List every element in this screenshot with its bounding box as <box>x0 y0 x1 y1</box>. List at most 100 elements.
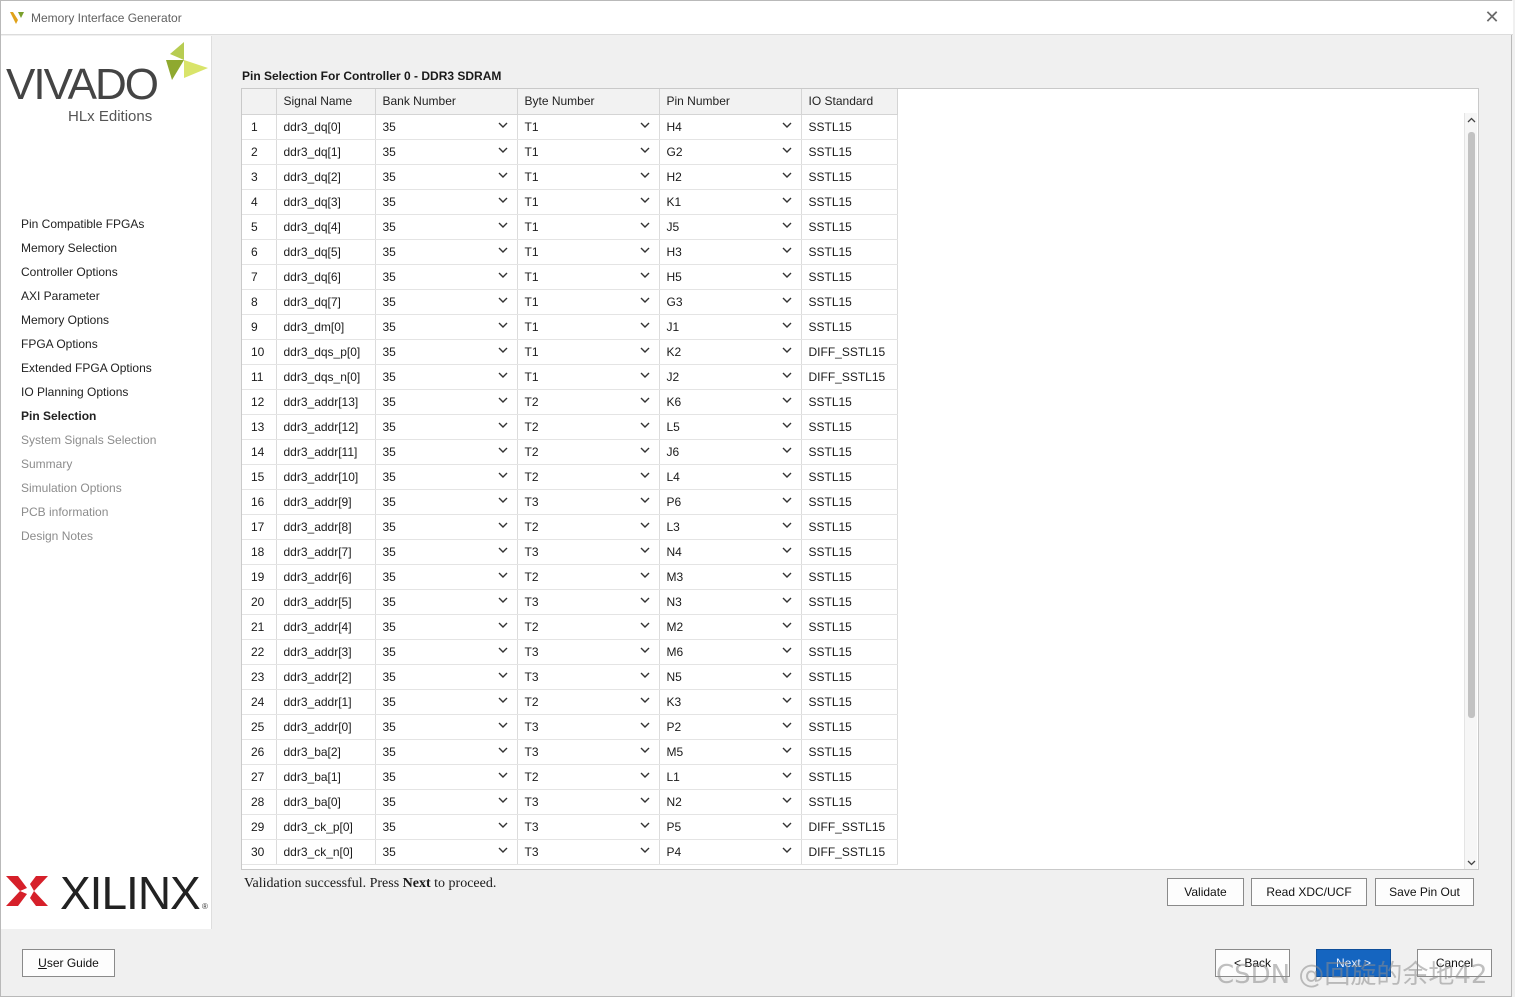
chevron-down-icon[interactable] <box>782 319 792 329</box>
chevron-down-icon[interactable] <box>498 344 508 354</box>
chevron-down-icon[interactable] <box>782 719 792 729</box>
chevron-down-icon[interactable] <box>640 169 650 179</box>
chevron-down-icon[interactable] <box>640 744 650 754</box>
chevron-down-icon[interactable] <box>782 569 792 579</box>
chevron-down-icon[interactable] <box>782 619 792 629</box>
byte-number-select[interactable]: T3 <box>517 814 660 840</box>
chevron-down-icon[interactable] <box>782 494 792 504</box>
table-row[interactable]: 12 ddr3_addr[13] 35 T2 K6 SSTL15 <box>242 389 898 415</box>
bank-number-select[interactable]: 35 <box>375 489 518 515</box>
wizard-step-pin-compatible-fpgas[interactable]: Pin Compatible FPGAs <box>21 217 156 241</box>
chevron-down-icon[interactable] <box>640 769 650 779</box>
pin-number-select[interactable]: M5 <box>659 739 802 765</box>
bank-number-select[interactable]: 35 <box>375 364 518 390</box>
chevron-down-icon[interactable] <box>498 219 508 229</box>
chevron-down-icon[interactable] <box>640 244 650 254</box>
chevron-down-icon[interactable] <box>498 644 508 654</box>
byte-number-select[interactable]: T3 <box>517 664 660 690</box>
byte-number-select[interactable]: T2 <box>517 689 660 715</box>
pin-number-select[interactable]: H5 <box>659 264 802 290</box>
table-row[interactable]: 20 ddr3_addr[5] 35 T3 N3 SSTL15 <box>242 589 898 615</box>
bank-number-select[interactable]: 35 <box>375 589 518 615</box>
bank-number-select[interactable]: 35 <box>375 114 518 140</box>
pin-number-select[interactable]: K2 <box>659 339 802 365</box>
pin-number-select[interactable]: J6 <box>659 439 802 465</box>
bank-number-select[interactable]: 35 <box>375 339 518 365</box>
wizard-step-io-planning-options[interactable]: IO Planning Options <box>21 385 156 409</box>
pin-number-select[interactable]: K3 <box>659 689 802 715</box>
table-row[interactable]: 23 ddr3_addr[2] 35 T3 N5 SSTL15 <box>242 664 898 690</box>
chevron-down-icon[interactable] <box>498 294 508 304</box>
byte-number-select[interactable]: T3 <box>517 839 660 865</box>
table-row[interactable]: 2 ddr3_dq[1] 35 T1 G2 SSTL15 <box>242 139 898 165</box>
chevron-down-icon[interactable] <box>498 119 508 129</box>
wizard-step-memory-options[interactable]: Memory Options <box>21 313 156 337</box>
chevron-down-icon[interactable] <box>498 569 508 579</box>
chevron-down-icon[interactable] <box>782 844 792 854</box>
chevron-down-icon[interactable] <box>640 844 650 854</box>
chevron-down-icon[interactable] <box>498 844 508 854</box>
byte-number-select[interactable]: T1 <box>517 189 660 215</box>
bank-number-select[interactable]: 35 <box>375 539 518 565</box>
chevron-down-icon[interactable] <box>640 494 650 504</box>
byte-number-select[interactable]: T1 <box>517 264 660 290</box>
chevron-down-icon[interactable] <box>782 369 792 379</box>
chevron-down-icon[interactable] <box>498 419 508 429</box>
byte-number-select[interactable]: T2 <box>517 439 660 465</box>
column-header-signal-name[interactable]: Signal Name <box>276 89 376 115</box>
byte-number-select[interactable]: T3 <box>517 539 660 565</box>
table-row[interactable]: 9 ddr3_dm[0] 35 T1 J1 SSTL15 <box>242 314 898 340</box>
chevron-down-icon[interactable] <box>498 469 508 479</box>
chevron-down-icon[interactable] <box>498 319 508 329</box>
close-icon[interactable]: ✕ <box>1481 6 1503 28</box>
chevron-down-icon[interactable] <box>498 619 508 629</box>
scrollbar-thumb[interactable] <box>1468 132 1475 718</box>
user-guide-button[interactable]: User Guide <box>22 949 115 977</box>
table-row[interactable]: 14 ddr3_addr[11] 35 T2 J6 SSTL15 <box>242 439 898 465</box>
chevron-down-icon[interactable] <box>498 169 508 179</box>
chevron-down-icon[interactable] <box>498 144 508 154</box>
chevron-down-icon[interactable] <box>640 594 650 604</box>
chevron-down-icon[interactable] <box>640 669 650 679</box>
bank-number-select[interactable]: 35 <box>375 739 518 765</box>
next-button[interactable]: Next > <box>1316 949 1391 977</box>
bank-number-select[interactable]: 35 <box>375 664 518 690</box>
chevron-down-icon[interactable] <box>640 694 650 704</box>
table-row[interactable]: 11 ddr3_dqs_n[0] 35 T1 J2 DIFF_SSTL15 <box>242 364 898 390</box>
pin-number-select[interactable]: M3 <box>659 564 802 590</box>
chevron-down-icon[interactable] <box>640 144 650 154</box>
byte-number-select[interactable]: T2 <box>517 764 660 790</box>
chevron-down-icon[interactable] <box>782 544 792 554</box>
byte-number-select[interactable]: T1 <box>517 364 660 390</box>
pin-number-select[interactable]: L1 <box>659 764 802 790</box>
chevron-down-icon[interactable] <box>782 694 792 704</box>
pin-number-select[interactable]: P6 <box>659 489 802 515</box>
chevron-down-icon[interactable] <box>498 769 508 779</box>
bank-number-select[interactable]: 35 <box>375 514 518 540</box>
chevron-down-icon[interactable] <box>498 394 508 404</box>
table-row[interactable]: 15 ddr3_addr[10] 35 T2 L4 SSTL15 <box>242 464 898 490</box>
chevron-down-icon[interactable] <box>640 219 650 229</box>
bank-number-select[interactable]: 35 <box>375 239 518 265</box>
table-row[interactable]: 4 ddr3_dq[3] 35 T1 K1 SSTL15 <box>242 189 898 215</box>
bank-number-select[interactable]: 35 <box>375 764 518 790</box>
chevron-down-icon[interactable] <box>640 419 650 429</box>
bank-number-select[interactable]: 35 <box>375 839 518 865</box>
wizard-step-axi-parameter[interactable]: AXI Parameter <box>21 289 156 313</box>
byte-number-select[interactable]: T3 <box>517 789 660 815</box>
pin-number-select[interactable]: L3 <box>659 514 802 540</box>
table-row[interactable]: 22 ddr3_addr[3] 35 T3 M6 SSTL15 <box>242 639 898 665</box>
pin-number-select[interactable]: H2 <box>659 164 802 190</box>
chevron-down-icon[interactable] <box>498 544 508 554</box>
table-row[interactable]: 16 ddr3_addr[9] 35 T3 P6 SSTL15 <box>242 489 898 515</box>
chevron-down-icon[interactable] <box>782 819 792 829</box>
byte-number-select[interactable]: T3 <box>517 639 660 665</box>
chevron-down-icon[interactable] <box>640 719 650 729</box>
pin-number-select[interactable]: J5 <box>659 214 802 240</box>
chevron-down-icon[interactable] <box>782 294 792 304</box>
bank-number-select[interactable]: 35 <box>375 689 518 715</box>
pin-number-select[interactable]: P5 <box>659 814 802 840</box>
bank-number-select[interactable]: 35 <box>375 414 518 440</box>
chevron-down-icon[interactable] <box>498 694 508 704</box>
table-row[interactable]: 28 ddr3_ba[0] 35 T3 N2 SSTL15 <box>242 789 898 815</box>
